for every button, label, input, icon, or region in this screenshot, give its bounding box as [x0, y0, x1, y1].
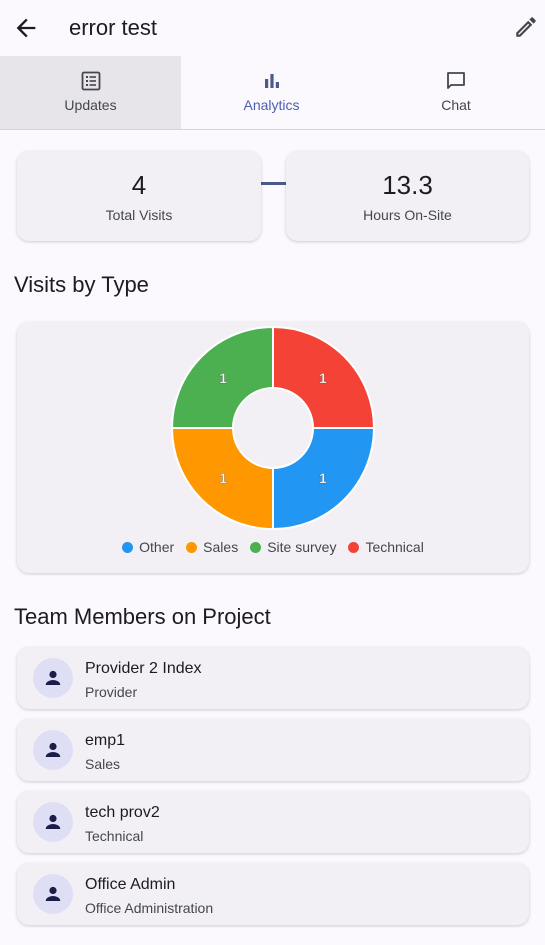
- bar-chart-icon: [264, 74, 279, 88]
- chart-legend: Other Sales Site survey Technical: [17, 539, 529, 555]
- page-title: error test: [69, 15, 158, 40]
- legend-dot: [348, 542, 360, 553]
- list-alt-icon: [81, 71, 100, 91]
- section-title-visits: Visits by Type: [14, 272, 149, 297]
- team-member-card[interactable]: Provider 2 Index Provider: [17, 647, 529, 709]
- chart-card: 1 1 1 1 Other Sales Site survey Technical: [17, 322, 529, 573]
- legend-label: Site survey: [267, 539, 337, 555]
- legend-item: Other: [122, 539, 174, 555]
- stat-value: 13.3: [382, 170, 433, 200]
- person-icon: [45, 886, 61, 901]
- stat-value: 4: [131, 170, 147, 200]
- section-title-team: Team Members on Project: [14, 604, 271, 629]
- stat-card-total-visits: 4 Total Visits: [17, 151, 261, 241]
- avatar: [33, 730, 73, 770]
- team-member-card[interactable]: Office Admin Office Administration: [17, 863, 529, 925]
- legend-item: Technical: [348, 539, 424, 555]
- pencil-icon: [516, 17, 536, 37]
- team-member-card[interactable]: tech prov2 Technical: [17, 791, 529, 853]
- member-name: emp1: [85, 732, 126, 749]
- stat-label: Hours On-Site: [363, 207, 452, 223]
- donut-slice-value: 1: [319, 370, 327, 386]
- legend-dot: [122, 542, 134, 553]
- arrow-back-icon: [16, 18, 36, 38]
- donut-slice-value: 1: [219, 370, 227, 386]
- member-role: Provider: [85, 684, 138, 700]
- member-role: Sales: [85, 756, 121, 772]
- legend-dot: [186, 542, 198, 553]
- legend-label: Sales: [203, 539, 239, 555]
- person-icon: [45, 742, 61, 757]
- legend-item: Sales: [186, 539, 238, 555]
- tab-analytics[interactable]: Analytics: [181, 56, 362, 129]
- member-name: Provider 2 Index: [85, 660, 202, 677]
- team-member-card[interactable]: emp1 Sales: [17, 719, 529, 781]
- member-name: tech prov2: [85, 804, 160, 821]
- donut-chart: 1 1 1 1: [170, 325, 376, 531]
- edit-button[interactable]: [513, 14, 541, 42]
- legend-dot: [250, 542, 262, 553]
- avatar: [33, 874, 73, 914]
- back-button[interactable]: [12, 14, 40, 42]
- tab-bar: Updates Analytics Chat: [0, 56, 545, 185]
- tab-chat-label: Chat: [441, 97, 471, 113]
- tab-updates-label: Updates: [64, 97, 117, 113]
- tab-analytics-label: Analytics: [243, 97, 300, 113]
- chat-bubble-icon: [447, 72, 465, 89]
- member-role: Office Administration: [85, 900, 214, 916]
- member-role: Technical: [85, 828, 144, 844]
- person-icon: [45, 670, 61, 685]
- legend-label: Other: [139, 539, 175, 555]
- member-name: Office Admin: [85, 876, 176, 893]
- stat-label: Total Visits: [105, 207, 173, 223]
- app-bar: error test: [0, 0, 545, 56]
- tab-updates[interactable]: Updates: [0, 56, 181, 129]
- stat-card-hours-on-site: 13.3 Hours On-Site: [286, 151, 529, 241]
- tab-chat[interactable]: Chat: [367, 56, 545, 129]
- donut-slice-value: 1: [219, 470, 227, 486]
- person-icon: [45, 814, 61, 829]
- avatar: [33, 802, 73, 842]
- legend-label: Technical: [365, 539, 424, 555]
- avatar: [33, 658, 73, 698]
- donut-slice-value: 1: [319, 470, 327, 486]
- legend-item: Site survey: [250, 539, 336, 555]
